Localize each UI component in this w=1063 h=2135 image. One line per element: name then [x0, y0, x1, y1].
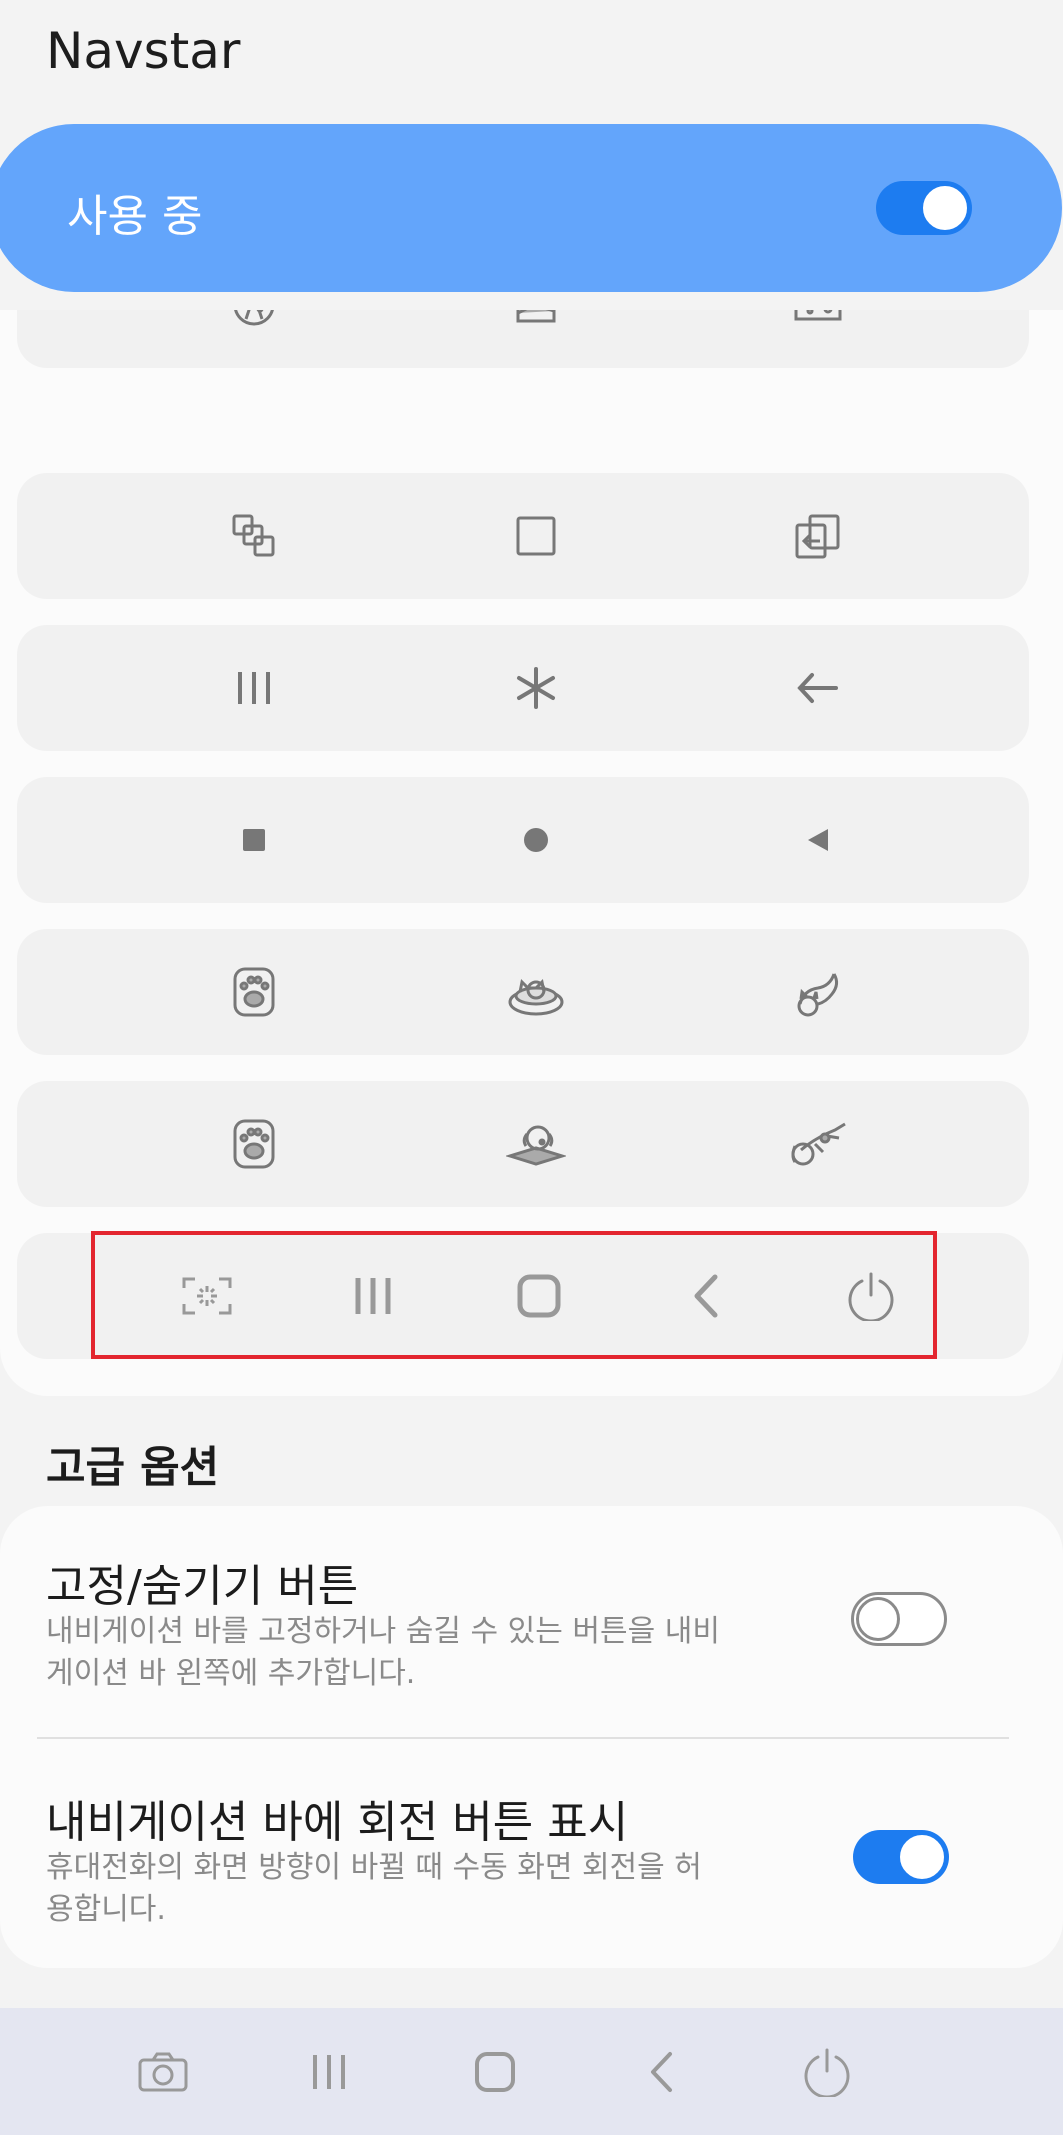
cheese-icon: [677, 310, 959, 329]
dog-bed-icon: [395, 1118, 677, 1170]
button-set-option-filled[interactable]: [17, 777, 1029, 903]
recent-apps-overlap-icon: [113, 513, 395, 559]
recent-apps-icon[interactable]: [246, 2052, 412, 2092]
back-icon[interactable]: [578, 2050, 744, 2094]
toggle-knob: [898, 1833, 946, 1881]
home-square-icon: [395, 515, 677, 557]
rotate-button-toggle[interactable]: [853, 1830, 949, 1884]
recent-apps-lines-icon: [113, 668, 395, 708]
pin-hide-button-toggle[interactable]: [851, 1592, 947, 1646]
back-arrow-box-icon: [677, 513, 959, 559]
master-switch-bar[interactable]: 사용 중: [0, 124, 1062, 292]
cat-stretching-icon: [677, 964, 959, 1020]
button-set-option-overlap[interactable]: [17, 473, 1029, 599]
camera-icon[interactable]: [80, 2051, 246, 2093]
master-switch-label: 사용 중: [67, 191, 203, 242]
home-filled-circle-icon: [395, 826, 677, 854]
toggle-knob: [921, 184, 969, 232]
section-title-advanced: 고급 옵션: [46, 1443, 220, 1493]
power-icon[interactable]: [744, 2047, 910, 2097]
button-set-option-cat[interactable]: [17, 929, 1029, 1055]
home-icon[interactable]: [412, 2050, 578, 2094]
pin-hide-button-title[interactable]: 고정/숨기기 버튼: [46, 1550, 358, 1614]
rotate-button-description: 휴대전화의 화면 방향이 바뀔 때 수동 화면 회전을 허용합니다.: [46, 1850, 702, 1927]
pin-hide-button-description: 내비게이션 바를 고정하거나 숨길 수 있는 버튼을 내비게이션 바 왼쪽에 추…: [46, 1614, 720, 1691]
cake-slice-icon: [395, 310, 677, 329]
back-arrow-icon: [677, 671, 959, 705]
master-toggle[interactable]: [876, 181, 972, 235]
cat-paw-icon: [113, 966, 395, 1018]
divider: [37, 1737, 1009, 1739]
rotate-button-title[interactable]: 내비게이션 바에 회전 버튼 표시: [46, 1786, 628, 1850]
pizza-icon: [113, 310, 395, 329]
home-asterisk-icon: [395, 666, 677, 710]
app-title: Navstar: [46, 22, 241, 80]
button-set-option-dog[interactable]: [17, 1081, 1029, 1207]
back-filled-triangle-icon: [677, 827, 959, 853]
system-navigation-bar: [0, 2008, 1063, 2135]
button-set-option-food[interactable]: [17, 310, 1029, 368]
selection-highlight: [91, 1231, 937, 1359]
dog-paw-icon: [113, 1118, 395, 1170]
cat-sleeping-bed-icon: [395, 966, 677, 1018]
button-set-option-lines[interactable]: [17, 625, 1029, 751]
toggle-knob: [856, 1597, 900, 1641]
dog-jumping-icon: [677, 1116, 959, 1172]
recent-apps-filled-square-icon: [113, 827, 395, 853]
